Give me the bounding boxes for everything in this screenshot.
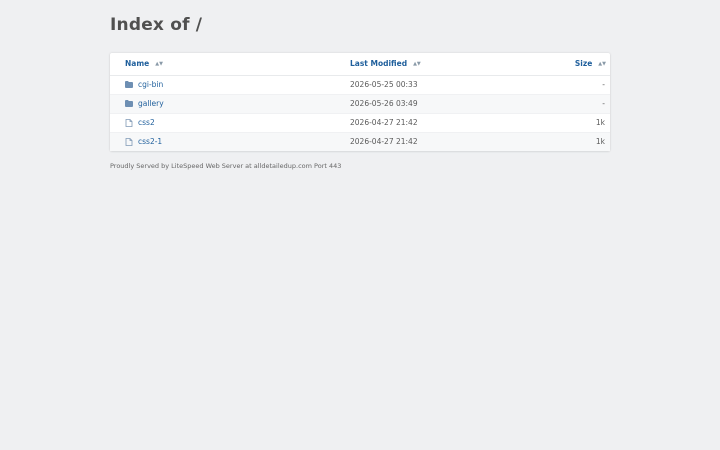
modified-cell: 2026-04-27 21:42 [350, 118, 418, 127]
modified-cell: 2026-05-26 03:49 [350, 99, 418, 108]
entry-link[interactable]: css2-1 [138, 137, 162, 146]
size-cell: 1k [595, 118, 605, 127]
modified-cell: 2026-04-27 21:42 [350, 137, 418, 146]
sort-by-name-link[interactable]: Name ▲▼ [125, 59, 163, 68]
table-row: cgi-bin 2026-05-25 00:33 - [110, 76, 610, 94]
folder-icon [125, 100, 133, 107]
file-icon [125, 138, 133, 146]
sort-arrows-icon: ▲▼ [598, 61, 606, 67]
sort-arrows-icon: ▲▼ [155, 61, 163, 67]
entry-link[interactable]: gallery [138, 99, 164, 108]
server-footer: Proudly Served by LiteSpeed Web Server a… [110, 162, 342, 170]
directory-listing-page: Index of / Name ▲▼ Last Modified ▲▼ Size ▲▼… [0, 0, 720, 450]
page-title: Index of / [110, 15, 203, 35]
size-cell: - [602, 99, 605, 108]
size-cell: - [602, 80, 605, 89]
size-cell: 1k [595, 137, 605, 146]
file-icon [125, 119, 133, 127]
size-header-label: Size [574, 59, 593, 68]
folder-icon [125, 81, 133, 88]
table-row: gallery 2026-05-26 03:49 - [110, 94, 610, 113]
modified-cell: 2026-05-25 00:33 [350, 80, 418, 89]
sort-by-modified-link[interactable]: Last Modified ▲▼ [350, 59, 421, 68]
sort-arrows-icon: ▲▼ [413, 61, 421, 67]
entry-link[interactable]: cgi-bin [138, 80, 163, 89]
name-header-label: Name [125, 59, 150, 68]
table-row: css2 2026-04-27 21:42 1k [110, 113, 610, 132]
table-row: css2-1 2026-04-27 21:42 1k [110, 132, 610, 151]
entry-link[interactable]: css2 [138, 118, 155, 127]
file-table: Name ▲▼ Last Modified ▲▼ Size ▲▼ cgi-bin 20… [110, 53, 610, 151]
modified-header-label: Last Modified [350, 59, 408, 68]
table-header: Name ▲▼ Last Modified ▲▼ Size ▲▼ [110, 53, 610, 76]
sort-by-size-link[interactable]: Size ▲▼ [575, 59, 606, 68]
